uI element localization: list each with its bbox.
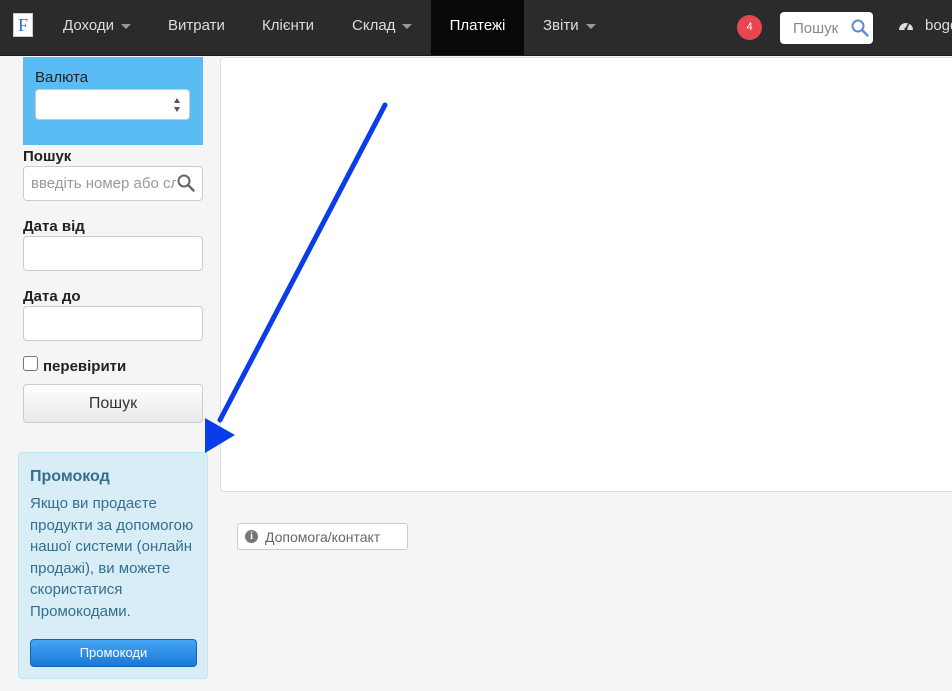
top-navbar: F Доходи Витрати Клієнти Склад Платежі З… <box>0 0 952 56</box>
date-from-input[interactable] <box>23 236 203 271</box>
info-icon: i <box>245 530 258 543</box>
app-logo[interactable]: F <box>13 13 33 37</box>
currency-select[interactable] <box>35 89 190 120</box>
nav-sklad[interactable]: Склад <box>339 0 425 55</box>
date-from-label: Дата від <box>23 218 85 235</box>
caret-down-icon <box>120 23 131 29</box>
user-name[interactable]: bogd <box>925 17 952 34</box>
search-label: Пошук <box>23 148 72 165</box>
nav-vytraty[interactable]: Витрати <box>155 0 238 55</box>
date-to-label: Дата до <box>23 288 81 305</box>
nav-zvity-label: Звіти <box>543 17 579 34</box>
nav-klienty-label: Клієнти <box>262 17 315 34</box>
nav-platezhi[interactable]: Платежі <box>431 0 524 55</box>
search-icon[interactable] <box>851 19 869 37</box>
nav-vytraty-label: Витрати <box>168 17 225 34</box>
currency-panel: Валюта <box>23 57 203 145</box>
search-button[interactable]: Пошук <box>23 384 203 423</box>
help-contact-button[interactable]: i Допомога/контакт <box>237 523 408 550</box>
search-placeholder: введіть номер або сл <box>31 175 176 192</box>
nav-dokhody-label: Доходи <box>63 17 114 34</box>
promo-codes-button[interactable]: Промокоди <box>30 639 197 667</box>
nav-platezhi-label: Платежі <box>449 17 506 34</box>
search-input[interactable]: введіть номер або сл <box>23 166 203 201</box>
caret-down-icon <box>402 23 413 29</box>
nav-sklad-label: Склад <box>352 17 396 34</box>
verify-checkbox[interactable] <box>23 356 38 371</box>
caret-down-icon <box>585 23 596 29</box>
nav-zvity[interactable]: Звіти <box>530 0 609 55</box>
promo-title: Промокод <box>30 468 110 485</box>
promo-text: Якщо ви продаєте продукти за допомогою н… <box>30 495 194 620</box>
verify-checkbox-label: перевірити <box>43 358 127 375</box>
promo-panel: Промокод Якщо ви продаєте продукти за до… <box>18 452 208 679</box>
select-arrows-icon <box>174 98 180 112</box>
nav-search-placeholder: Пошук <box>793 20 839 37</box>
search-icon[interactable] <box>177 174 195 192</box>
notification-badge[interactable]: 4 <box>737 15 762 40</box>
help-contact-label: Допомога/контакт <box>265 529 381 545</box>
date-to-input[interactable] <box>23 306 203 341</box>
nav-klienty[interactable]: Клієнти <box>249 0 327 55</box>
currency-label: Валюта <box>35 69 89 86</box>
dashboard-icon[interactable] <box>898 18 914 32</box>
nav-dokhody[interactable]: Доходи <box>50 0 144 55</box>
nav-search-input[interactable]: Пошук <box>780 12 873 44</box>
annotation-arrow <box>205 102 388 453</box>
